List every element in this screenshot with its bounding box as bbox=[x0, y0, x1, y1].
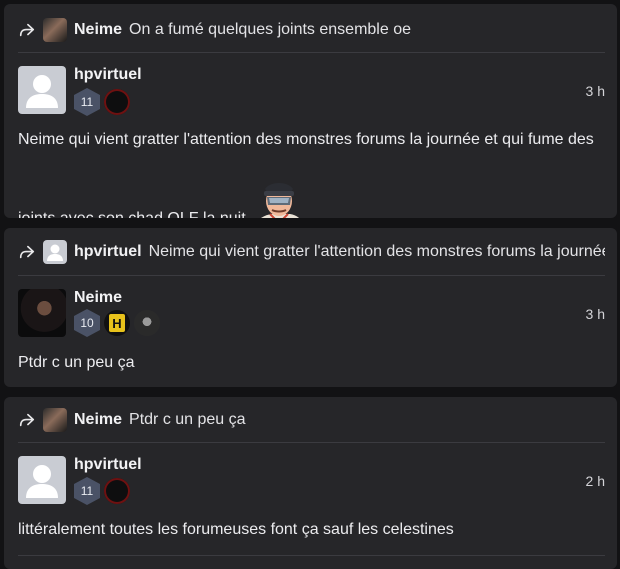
reply-arrow-icon bbox=[19, 23, 35, 37]
timestamp: 3 h bbox=[585, 83, 605, 99]
reply-context[interactable]: Neime On a fumé quelques joints ensemble… bbox=[18, 11, 605, 49]
divider bbox=[18, 555, 605, 556]
reply-context[interactable]: hpvirtuel Neime qui vient gratter l'atte… bbox=[18, 233, 605, 271]
badge-icon bbox=[104, 478, 130, 504]
post-text: Ptdr c un peu ça bbox=[18, 354, 135, 371]
post-card: Neime Ptdr c un peu ça hpvirtuel 11 2 h … bbox=[4, 397, 617, 569]
user-silhouette-icon bbox=[26, 75, 58, 108]
author-name[interactable]: hpvirtuel bbox=[74, 456, 142, 474]
timestamp: 2 h bbox=[585, 473, 605, 489]
reply-username[interactable]: Neime bbox=[74, 21, 122, 39]
post-text: littéralement toutes les forumeuses font… bbox=[18, 521, 454, 538]
divider bbox=[18, 52, 605, 53]
badge-icon: H bbox=[104, 310, 130, 336]
avatar[interactable] bbox=[18, 66, 66, 114]
post-text-line-with-sticker: joints avec son chad QLF la nuit bbox=[18, 181, 605, 218]
author-name[interactable]: Neime bbox=[74, 289, 122, 307]
avatar[interactable] bbox=[18, 289, 66, 337]
reply-quote: Ptdr c un peu ça bbox=[129, 411, 246, 428]
post-text-line: Neime qui vient gratter l'attention des … bbox=[18, 131, 594, 148]
badge-icon bbox=[104, 89, 130, 115]
avatar[interactable] bbox=[18, 456, 66, 504]
post-text: Neime qui vient gratter l'attention des … bbox=[18, 128, 605, 218]
badge-row: 10 H bbox=[74, 309, 160, 337]
badge-icon bbox=[134, 310, 160, 336]
level-badge: 11 bbox=[74, 88, 100, 116]
avatar bbox=[43, 408, 67, 432]
avatar bbox=[43, 240, 67, 264]
reply-username[interactable]: hpvirtuel bbox=[74, 243, 142, 261]
timestamp: 3 h bbox=[585, 306, 605, 322]
badge-row: 11 bbox=[74, 477, 130, 505]
level-badge: 11 bbox=[74, 477, 100, 505]
reply-username[interactable]: Neime bbox=[74, 411, 122, 429]
post-text-line: joints avec son chad QLF la nuit bbox=[18, 210, 246, 218]
reply-quote: On a fumé quelques joints ensemble oe bbox=[129, 21, 411, 38]
avatar bbox=[43, 18, 67, 42]
reply-context[interactable]: Neime Ptdr c un peu ça bbox=[18, 401, 605, 439]
badge-row: 11 bbox=[74, 88, 130, 116]
level-badge: 10 bbox=[74, 309, 100, 337]
user-silhouette-icon bbox=[47, 244, 63, 261]
reply-arrow-icon bbox=[19, 413, 35, 427]
post-card: Neime On a fumé quelques joints ensemble… bbox=[4, 4, 617, 218]
post-card: hpvirtuel Neime qui vient gratter l'atte… bbox=[4, 228, 617, 387]
badge-letter: H bbox=[109, 314, 125, 332]
divider bbox=[18, 442, 605, 443]
sticker-image bbox=[261, 183, 300, 218]
user-silhouette-icon bbox=[26, 465, 58, 498]
divider bbox=[18, 275, 605, 276]
reply-arrow-icon bbox=[19, 245, 35, 259]
reply-quote: Neime qui vient gratter l'attention des … bbox=[148, 243, 605, 260]
author-name[interactable]: hpvirtuel bbox=[74, 66, 142, 84]
